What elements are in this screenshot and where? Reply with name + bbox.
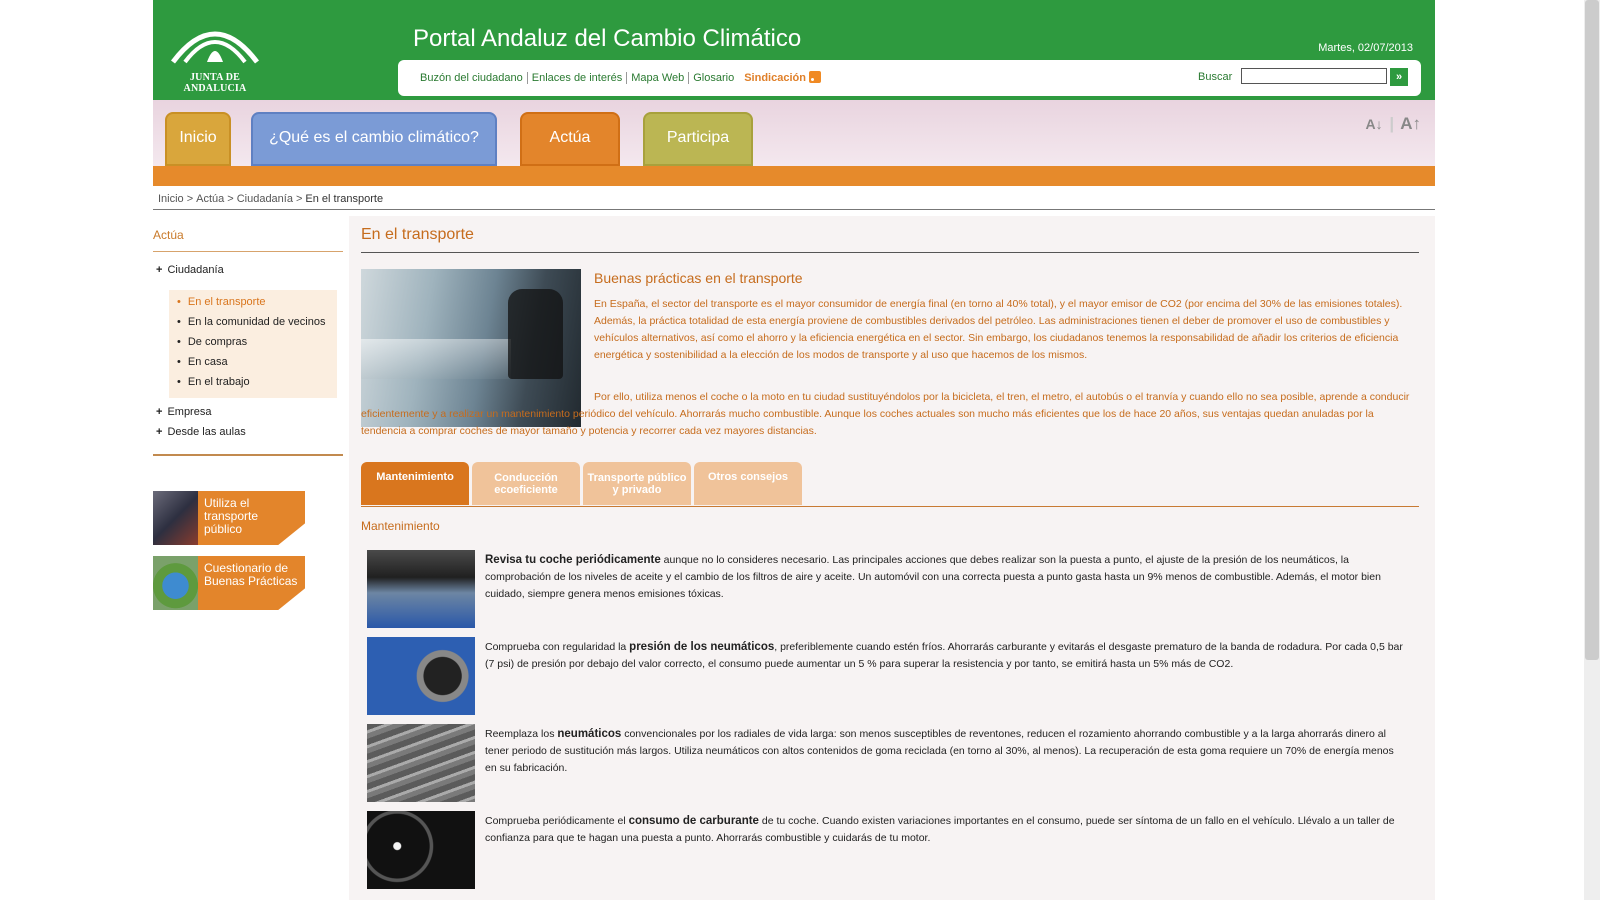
utility-links: Buzón del ciudadano Enlaces de interés M… <box>416 71 821 84</box>
junta-arch-icon <box>171 31 259 64</box>
main-content: En el transporte Buenas prácticas en el … <box>349 216 1435 900</box>
search-input[interactable] <box>1241 68 1387 84</box>
sidebar-subitem-compras[interactable]: • De compras <box>177 336 247 348</box>
intro-title: Buenas prácticas en el transporte <box>594 270 803 286</box>
title-rule <box>361 252 1419 253</box>
list-item: Revisa tu coche periódicamente aunque no… <box>367 550 1427 628</box>
link-buzon[interactable]: Buzón del ciudadano <box>416 71 528 84</box>
tip-text: Comprueba con regularidad la presión de … <box>485 641 1403 670</box>
tip-text: Comprueba periódicamente el consumo de c… <box>485 815 1395 844</box>
sidebar-subitem-comunidad[interactable]: • En la comunidad de vecinos <box>177 316 325 328</box>
nav-orange-bar <box>153 166 1435 186</box>
sidebar-subitem-casa[interactable]: • En casa <box>177 356 228 368</box>
sindicacion-label: Sindicación <box>744 72 806 84</box>
sidebar-heading[interactable]: Actúa <box>153 228 184 242</box>
breadcrumb-inicio[interactable]: Inicio <box>158 193 184 205</box>
link-mapa-web[interactable]: Mapa Web <box>627 71 690 84</box>
sidebar-item-empresa[interactable]: + Empresa <box>156 406 211 418</box>
list-item: Comprueba periódicamente el consumo de c… <box>367 811 1427 889</box>
utility-bar: Buzón del ciudadano Enlaces de interés M… <box>398 60 1421 96</box>
font-increase-icon[interactable]: A↑ <box>1400 114 1421 133</box>
mechanic-image <box>367 550 475 628</box>
junta-logo[interactable]: JUNTA DE ANDALUCIA <box>167 14 263 94</box>
main-nav: Inicio ¿Qué es el cambio climático? Actú… <box>153 100 1435 186</box>
tab-actua[interactable]: Actúa <box>520 112 620 166</box>
page: JUNTA DE ANDALUCIA Portal Andaluz del Ca… <box>153 0 1435 900</box>
tire-tread-image <box>367 724 475 802</box>
sidebar-divider <box>153 251 343 252</box>
tab-participa[interactable]: Participa <box>643 112 753 166</box>
content-tabs: Mantenimiento Conducción ecoeficiente Tr… <box>361 462 1419 507</box>
tab-mantenimiento[interactable]: Mantenimiento <box>361 462 469 505</box>
breadcrumb-actua[interactable]: Actúa <box>196 193 224 205</box>
sidebar-item-aulas[interactable]: + Desde las aulas <box>156 426 246 438</box>
tire-pressure-image <box>367 637 475 715</box>
breadcrumb: Inicio > Actúa > Ciudadanía > En el transporte <box>158 193 384 205</box>
tip-text: Revisa tu coche periódicamente aunque no… <box>485 554 1381 600</box>
search-label: Buscar <box>1198 71 1233 83</box>
dashboard-gauge-image <box>367 811 475 889</box>
tab-transporte-publico-privado[interactable]: Transporte público y privado <box>583 462 691 505</box>
tab-otros-consejos[interactable]: Otros consejos <box>694 462 802 505</box>
font-decrease-icon[interactable]: A↓ <box>1366 116 1383 132</box>
promo-label: Cuestionario de Buenas Prácticas <box>198 556 305 610</box>
list-item: Reemplaza los neumáticos convencionales … <box>367 724 1427 802</box>
tab-que-es-cambio-climatico[interactable]: ¿Qué es el cambio climático? <box>251 112 497 166</box>
promo-transporte-publico[interactable]: Utiliza el transporte público <box>153 491 305 545</box>
link-enlaces[interactable]: Enlaces de interés <box>528 71 628 84</box>
breadcrumb-ciudadania[interactable]: Ciudadanía <box>237 193 293 205</box>
site-header: JUNTA DE ANDALUCIA Portal Andaluz del Ca… <box>153 0 1435 100</box>
tip-text: Reemplaza los neumáticos convencionales … <box>485 728 1394 774</box>
sidebar-submenu: • En el transporte • En la comunidad de ve… <box>169 290 337 398</box>
link-glosario[interactable]: Glosario <box>689 72 738 84</box>
section-title: Mantenimiento <box>361 519 440 533</box>
link-sindicacion[interactable]: Sindicación <box>738 71 821 84</box>
promo-label: Utiliza el transporte público <box>198 491 305 545</box>
promo-bus-image <box>153 491 198 545</box>
intro-paragraph-2: Por ello, utiliza menos el coche o la mo… <box>361 391 1410 437</box>
search-button[interactable]: » <box>1390 68 1408 86</box>
header-date: Martes, 02/07/2013 <box>1318 42 1413 54</box>
sidebar-item-ciudadania[interactable]: + Ciudadanía <box>156 264 224 276</box>
scrollbar-thumb[interactable] <box>1585 0 1599 660</box>
breadcrumb-current: En el transporte <box>305 193 384 205</box>
rss-icon <box>808 71 821 83</box>
site-title[interactable]: Portal Andaluz del Cambio Climático <box>413 25 801 53</box>
sidebar-subitem-trabajo[interactable]: • En el trabajo <box>177 376 250 388</box>
page-title: En el transporte <box>361 226 474 243</box>
intro-paragraph-1: En España, el sector del transporte es e… <box>594 298 1403 361</box>
breadcrumb-rule <box>153 209 1435 210</box>
tab-conduccion-ecoeficiente[interactable]: Conducción ecoeficiente <box>472 462 580 505</box>
sidebar-divider-bottom <box>153 454 343 456</box>
promo-cuestionario[interactable]: Cuestionario de Buenas Prácticas <box>153 556 305 610</box>
page-scrollbar[interactable] <box>1584 0 1600 900</box>
sidebar-subitem-transporte[interactable]: • En el transporte <box>177 296 266 308</box>
promo-earth-image <box>153 556 198 610</box>
font-size-tools: A↓ | A↑ <box>1365 114 1422 133</box>
logo-text: JUNTA DE ANDALUCIA <box>183 72 247 94</box>
list-item: Comprueba con regularidad la presión de … <box>367 637 1427 715</box>
tab-inicio[interactable]: Inicio <box>165 112 231 166</box>
